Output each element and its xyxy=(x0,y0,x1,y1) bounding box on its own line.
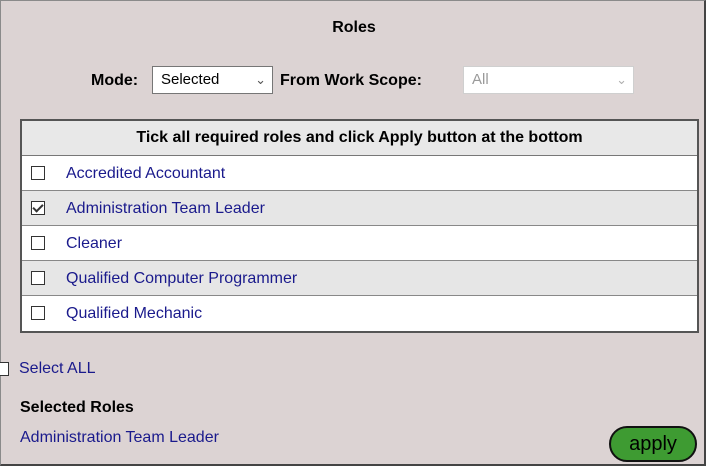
mode-label: Mode: xyxy=(91,72,139,89)
role-label[interactable]: Administration Team Leader xyxy=(66,200,265,217)
role-row-accredited-accountant[interactable]: Accredited Accountant xyxy=(22,156,697,191)
select-all-label[interactable]: Select ALL xyxy=(19,360,96,378)
role-label[interactable]: Qualified Computer Programmer xyxy=(66,270,297,287)
work-scope-select[interactable]: All ⌄ xyxy=(463,66,634,94)
chevron-down-icon: ⌄ xyxy=(255,72,266,87)
role-row-qualified-mechanic[interactable]: Qualified Mechanic xyxy=(22,296,697,331)
selected-roles-title: Selected Roles xyxy=(20,399,134,416)
work-scope-label: From Work Scope: xyxy=(280,72,422,89)
mode-select[interactable]: Selected ⌄ xyxy=(152,66,273,94)
role-label[interactable]: Accredited Accountant xyxy=(66,165,225,182)
select-all-checkbox[interactable] xyxy=(0,362,9,376)
role-checkbox[interactable] xyxy=(31,201,45,215)
role-checkbox[interactable] xyxy=(31,306,45,320)
role-row-administration-team-leader[interactable]: Administration Team Leader xyxy=(22,191,697,226)
apply-button[interactable]: apply xyxy=(609,426,697,462)
role-label[interactable]: Qualified Mechanic xyxy=(66,305,202,322)
role-row-qualified-computer-programmer[interactable]: Qualified Computer Programmer xyxy=(22,261,697,296)
role-row-cleaner[interactable]: Cleaner xyxy=(22,226,697,261)
selected-role-item: Administration Team Leader xyxy=(20,429,219,446)
mode-row: Mode: Selected ⌄ From Work Scope: All ⌄ xyxy=(1,66,707,96)
roles-panel: Roles Mode: Selected ⌄ From Work Scope: … xyxy=(0,0,706,466)
role-checkbox[interactable] xyxy=(31,271,45,285)
roles-table-header: Tick all required roles and click Apply … xyxy=(22,121,697,156)
role-label[interactable]: Cleaner xyxy=(66,235,122,252)
page-title: Roles xyxy=(332,19,376,36)
roles-table: Tick all required roles and click Apply … xyxy=(20,119,699,333)
role-checkbox[interactable] xyxy=(31,236,45,250)
mode-select-value: Selected xyxy=(161,71,220,88)
role-checkbox[interactable] xyxy=(31,166,45,180)
chevron-down-icon: ⌄ xyxy=(616,72,627,87)
work-scope-select-value: All xyxy=(472,71,489,88)
